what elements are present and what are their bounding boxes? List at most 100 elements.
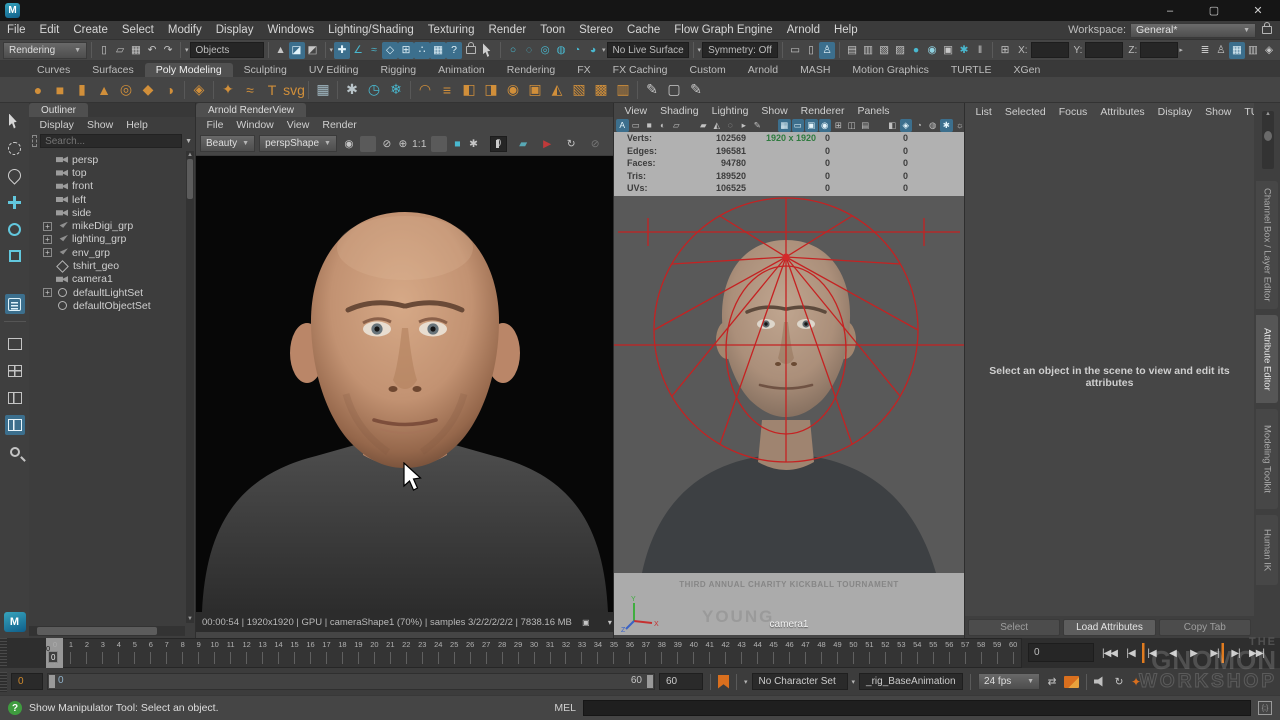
menu-item[interactable]: Arnold bbox=[780, 21, 827, 40]
shelf-tool-icon[interactable]: ▩ bbox=[591, 80, 611, 100]
frame-cell[interactable]: 40 bbox=[686, 639, 702, 667]
current-time-indicator[interactable]: 0 0 bbox=[46, 638, 63, 668]
render-image[interactable] bbox=[196, 156, 613, 612]
shelf-tool-icon[interactable]: ✦ bbox=[218, 80, 238, 100]
outliner-item[interactable]: + persp bbox=[29, 153, 186, 166]
viewport-toolbar-icon[interactable] bbox=[765, 119, 778, 132]
outliner-menu[interactable]: Help bbox=[120, 119, 155, 131]
viewport-menu[interactable]: Lighting bbox=[705, 105, 755, 117]
frame-cell[interactable]: 41 bbox=[702, 639, 718, 667]
tab-modeling-toolkit[interactable]: Modeling Toolkit bbox=[1256, 409, 1278, 509]
attribute-editor-menu[interactable]: Display bbox=[1151, 106, 1198, 118]
frame-cell[interactable]: 44 bbox=[750, 639, 766, 667]
frame-cell[interactable]: 23 bbox=[414, 639, 430, 667]
menu-item[interactable]: Texturing bbox=[421, 21, 482, 40]
menu-item[interactable]: Toon bbox=[533, 21, 572, 40]
viewport-toolbar-icon[interactable]: ▱ bbox=[670, 119, 683, 132]
frame-cell[interactable]: 2 bbox=[79, 639, 95, 667]
renderview-run-icon[interactable]: ⊘ bbox=[587, 135, 603, 152]
shelf-tool-icon[interactable]: ◠ bbox=[415, 80, 435, 100]
renderview-menu[interactable]: Render bbox=[316, 119, 363, 131]
render-editor-icon[interactable]: ● bbox=[908, 42, 924, 59]
renderview-menu[interactable]: Window bbox=[230, 119, 280, 131]
playback-button[interactable]: ▶| bbox=[1226, 643, 1245, 663]
menu-item[interactable]: Flow Graph Engine bbox=[667, 21, 779, 40]
outliner-hscrollbar[interactable] bbox=[29, 626, 185, 636]
sidebar-toggle-icon[interactable]: ◈ bbox=[1261, 42, 1277, 59]
render-editor-icon[interactable]: ▨ bbox=[892, 42, 908, 59]
playblast-icon[interactable] bbox=[1064, 676, 1079, 688]
shelf-tool-icon[interactable]: ◭ bbox=[547, 80, 567, 100]
frame-cell[interactable]: 53 bbox=[893, 639, 909, 667]
frame-cell[interactable]: 24 bbox=[430, 639, 446, 667]
sidebar-toggle-icon[interactable]: ♙ bbox=[1213, 42, 1229, 59]
frame-cell[interactable]: 52 bbox=[877, 639, 893, 667]
shelf-tab[interactable]: Custom bbox=[679, 63, 737, 77]
render-editor-icon[interactable]: ✱ bbox=[956, 42, 972, 59]
frame-cell[interactable]: 50 bbox=[845, 639, 861, 667]
time-slider[interactable]: 0123456789101112131415161718192021222324… bbox=[0, 638, 1280, 668]
menu-item[interactable]: Lighting/Shading bbox=[321, 21, 421, 40]
history-icon[interactable]: ◍ bbox=[553, 42, 569, 59]
playback-button[interactable]: ▶ bbox=[1184, 643, 1203, 663]
shelf-tab[interactable]: TURTLE bbox=[940, 63, 1003, 77]
range-slider-track[interactable]: 0 60 bbox=[47, 673, 655, 690]
renderview-run-icon[interactable]: ↻ bbox=[563, 135, 579, 152]
frame-cell[interactable]: 38 bbox=[654, 639, 670, 667]
viewport-toolbar-icon[interactable]: ◧ bbox=[886, 119, 899, 132]
snap-icon[interactable]: ⊞ bbox=[398, 42, 414, 59]
renderview-tool-icon[interactable]: ◉ bbox=[341, 135, 357, 152]
menu-set-dropdown[interactable]: Rendering▼ bbox=[3, 42, 87, 59]
anim-start-field[interactable]: 0 bbox=[11, 673, 43, 690]
zoom-layout-icon[interactable] bbox=[5, 442, 25, 462]
render-editor-icon[interactable]: ▤ bbox=[844, 42, 860, 59]
shelf-tool-icon[interactable]: ✱ bbox=[342, 80, 362, 100]
frame-cell[interactable]: 11 bbox=[223, 639, 239, 667]
file-op-icon[interactable]: ▯ bbox=[96, 42, 112, 59]
history-icon[interactable]: ◌ bbox=[521, 42, 537, 59]
range-grip[interactable] bbox=[0, 672, 7, 692]
frame-cell[interactable]: 18 bbox=[334, 639, 350, 667]
frame-cell[interactable]: 36 bbox=[622, 639, 638, 667]
frame-cell[interactable]: 43 bbox=[734, 639, 750, 667]
viewport-toolbar-icon[interactable]: ▣ bbox=[805, 119, 818, 132]
select-mode-icon[interactable]: ◩ bbox=[305, 42, 321, 59]
menu-item[interactable]: Create bbox=[66, 21, 115, 40]
anim-preferences-icon[interactable]: ✦ bbox=[1131, 675, 1141, 689]
frame-cell[interactable]: 48 bbox=[814, 639, 830, 667]
render-icon[interactable]: ♙ bbox=[819, 42, 835, 59]
snap-icon[interactable]: ✚ bbox=[334, 42, 350, 59]
frame-cell[interactable]: 31 bbox=[542, 639, 558, 667]
outliner-vscrollbar[interactable]: ▲▼ bbox=[186, 151, 194, 623]
viewport-toolbar-icon[interactable]: ◌ bbox=[724, 119, 737, 132]
viewport-toolbar-icon[interactable] bbox=[873, 119, 886, 132]
outliner-menu[interactable]: Display bbox=[33, 119, 80, 131]
shelf-tool-icon[interactable] bbox=[410, 81, 411, 99]
outliner-item[interactable]: + top bbox=[29, 166, 186, 179]
viewport-menu[interactable]: Show bbox=[755, 105, 794, 117]
move-tool[interactable] bbox=[5, 192, 25, 212]
shelf-tab[interactable]: UV Editing bbox=[298, 63, 370, 77]
frame-cell[interactable]: 37 bbox=[638, 639, 654, 667]
menu-item[interactable]: Display bbox=[209, 21, 261, 40]
script-editor-icon[interactable]: {;} bbox=[1258, 701, 1272, 715]
file-op-icon[interactable]: ▱ bbox=[112, 42, 128, 59]
shelf-tab[interactable]: Surfaces bbox=[81, 63, 144, 77]
show-manipulator-tool[interactable] bbox=[5, 294, 25, 314]
viewport-toolbar-icon[interactable]: ✎ bbox=[751, 119, 764, 132]
viewport-toolbar-icon[interactable]: ▭ bbox=[792, 119, 805, 132]
attribute-editor-menu[interactable]: Show bbox=[1199, 106, 1238, 118]
highlight-selection-icon[interactable] bbox=[480, 42, 496, 59]
outliner-item[interactable]: + left bbox=[29, 193, 186, 206]
outliner-item[interactable]: + env_grp bbox=[29, 246, 186, 259]
scale-tool[interactable] bbox=[5, 246, 25, 266]
shelf-tab[interactable]: Motion Graphics bbox=[841, 63, 939, 77]
live-surface-field[interactable]: No Live Surface bbox=[607, 42, 689, 58]
frame-cell[interactable]: 58 bbox=[973, 639, 989, 667]
shelf-tool-icon[interactable]: ▦ bbox=[313, 80, 333, 100]
rotate-tool[interactable] bbox=[5, 219, 25, 239]
menu-item[interactable]: Windows bbox=[260, 21, 321, 40]
selection-mask-field[interactable]: Objects bbox=[190, 42, 264, 58]
auto-keyframe-icon[interactable]: ↻ bbox=[1111, 673, 1127, 690]
file-op-icon[interactable]: ↷ bbox=[160, 42, 176, 59]
